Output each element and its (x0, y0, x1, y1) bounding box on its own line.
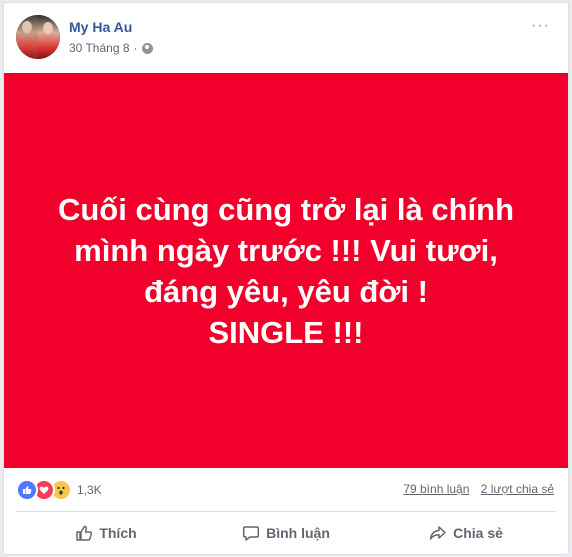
author-name[interactable]: My Ha Au (69, 19, 132, 35)
post-card: My Ha Au 30 Tháng 8 · ··· Cuối cùng cũng… (3, 2, 569, 555)
like-button[interactable]: Thích (16, 515, 196, 551)
comment-button[interactable]: Bình luận (196, 515, 376, 551)
post-stats: 1,3K 79 bình luận 2 lượt chia sẻ (16, 477, 556, 501)
comment-icon (243, 526, 260, 541)
post-meta: 30 Tháng 8 · (69, 41, 153, 55)
globe-icon (141, 42, 153, 54)
like-label: Thích (99, 525, 137, 541)
reaction-count[interactable]: 1,3K (77, 483, 102, 497)
divider (16, 511, 556, 512)
share-label: Chia sẻ (453, 525, 503, 541)
shares-count-link[interactable]: 2 lượt chia sẻ (481, 482, 554, 496)
comments-count-link[interactable]: 79 bình luận (403, 482, 469, 496)
banner-text: Cuối cùng cũng trở lại là chính mình ngà… (57, 191, 515, 350)
share-button[interactable]: Chia sẻ (376, 515, 556, 551)
like-reaction-icon (16, 479, 38, 501)
meta-separator: · (133, 41, 138, 55)
post-header: My Ha Au 30 Tháng 8 · ··· (16, 15, 556, 63)
post-date[interactable]: 30 Tháng 8 (69, 41, 130, 55)
action-bar: Thích Bình luận Chia sẻ (16, 515, 556, 551)
avatar[interactable] (16, 15, 60, 59)
engagement-links: 79 bình luận 2 lượt chia sẻ (395, 482, 554, 496)
thumbs-up-icon (76, 525, 93, 541)
reactions-summary[interactable]: 1,3K (16, 479, 102, 501)
share-icon (429, 526, 446, 540)
more-options-icon[interactable]: ··· (531, 17, 550, 35)
comment-label: Bình luận (266, 525, 330, 541)
status-banner: Cuối cùng cũng trở lại là chính mình ngà… (4, 73, 568, 468)
